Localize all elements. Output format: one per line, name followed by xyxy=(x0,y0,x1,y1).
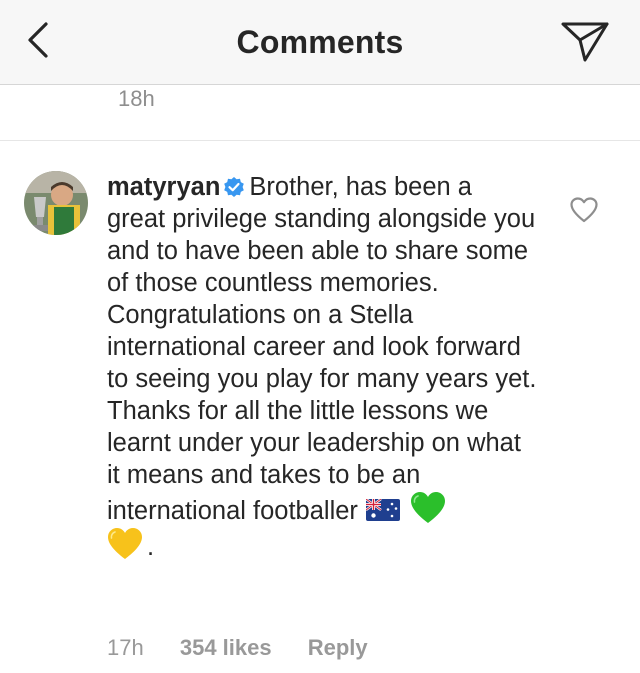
australia-flag-emoji xyxy=(365,499,400,521)
green-heart-emoji xyxy=(410,492,445,523)
comment-item: matyryan Brother, has been a great privil… xyxy=(0,141,640,673)
like-button[interactable] xyxy=(570,197,598,223)
previous-comment-timestamp: 18h xyxy=(118,86,155,111)
likes-count[interactable]: 354 likes xyxy=(180,635,272,660)
comment-timestamp: 17h xyxy=(107,635,144,660)
avatar[interactable] xyxy=(24,171,88,235)
yellow-heart-emoji xyxy=(108,528,142,559)
reply-button[interactable]: Reply xyxy=(308,635,368,660)
verified-badge-icon xyxy=(224,177,245,197)
paper-plane-icon xyxy=(561,22,609,62)
page-title: Comments xyxy=(236,24,404,60)
comment-end-period: . xyxy=(147,533,155,561)
comment-text: matyryan Brother, has been a great privil… xyxy=(107,171,537,563)
comment-meta: 17h 354 likes Reply xyxy=(107,635,398,661)
share-button[interactable] xyxy=(560,18,610,64)
comment-message: Brother, has been a great privilege stan… xyxy=(107,173,537,525)
comment-username[interactable]: matyryan xyxy=(107,173,220,201)
header-bar: Comments xyxy=(0,0,640,85)
heart-outline-icon xyxy=(570,197,598,223)
avatar-photo xyxy=(24,171,88,235)
